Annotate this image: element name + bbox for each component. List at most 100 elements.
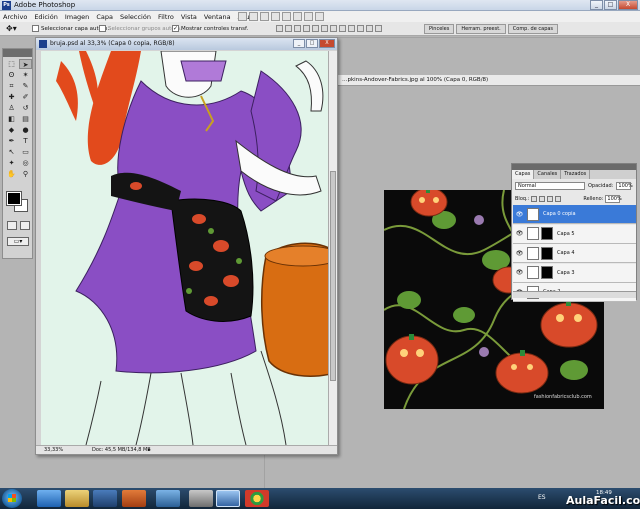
screen-mode-icon[interactable] — [315, 12, 324, 21]
layer-mask-thumbnail[interactable] — [541, 227, 553, 240]
align-center-icon[interactable] — [312, 25, 319, 32]
distribute-bottom-icon[interactable] — [348, 25, 355, 32]
minimize-button[interactable]: _ — [590, 0, 603, 10]
internet-explorer-icon[interactable] — [37, 490, 61, 507]
layer-row[interactable]: 👁 Capa 4 — [513, 244, 636, 263]
crop-tool-icon[interactable]: ⌗ — [5, 81, 18, 91]
3d-orbit-tool-icon[interactable]: ◎ — [19, 158, 32, 168]
lock-transparency-icon[interactable] — [531, 195, 538, 202]
shape-tool-icon[interactable]: ▭ — [19, 147, 32, 157]
visibility-eye-icon[interactable]: 👁 — [515, 268, 524, 277]
zoom-tool-icon[interactable] — [282, 12, 291, 21]
tab-trazados[interactable]: Trazados — [561, 170, 591, 179]
clock[interactable]: 18:49 — [596, 489, 612, 498]
align-bottom-icon[interactable] — [294, 25, 301, 32]
scanner-app-icon[interactable] — [189, 490, 213, 507]
zoom-level[interactable]: 33,33% — [44, 446, 63, 455]
tab-canales[interactable]: Canales — [534, 170, 562, 179]
distribute-middle-icon[interactable] — [339, 25, 346, 32]
magic-wand-tool-icon[interactable]: ✶ — [19, 70, 32, 80]
toolbox-header[interactable] — [3, 49, 32, 57]
doc1-canvas[interactable] — [41, 51, 328, 445]
doc1-scroll-thumb[interactable] — [330, 171, 336, 381]
align-right-icon[interactable] — [321, 25, 328, 32]
tab-pinceles[interactable]: Pinceles — [424, 24, 455, 34]
menu-archivo[interactable]: Archivo — [3, 13, 27, 21]
layer-mask-thumbnail[interactable] — [541, 246, 553, 260]
lock-pixels-icon[interactable] — [539, 195, 546, 202]
messenger-icon[interactable] — [156, 490, 180, 507]
brush-tool-icon[interactable]: ✐ — [19, 92, 32, 102]
zoom-level-icon[interactable] — [260, 12, 269, 21]
tab-herramientas-preestablecidas[interactable]: Herram. preest. — [456, 24, 506, 34]
menu-ventana[interactable]: Ventana — [204, 13, 231, 21]
zoom-tool-icon[interactable]: ⚲ — [19, 169, 32, 179]
quick-mask-icon[interactable] — [20, 221, 30, 230]
align-left-icon[interactable] — [303, 25, 310, 32]
opacity-input[interactable]: 100% — [616, 181, 633, 190]
lasso-tool-icon[interactable]: ʘ — [5, 70, 18, 80]
blur-tool-icon[interactable]: ◆ — [5, 125, 18, 135]
move-tool-icon[interactable]: ➤ — [19, 59, 32, 69]
visibility-eye-icon[interactable]: 👁 — [515, 210, 524, 219]
media-center-icon[interactable] — [122, 490, 146, 507]
auto-select-groups-option[interactable]: Seleccionar grupos autom. — [99, 25, 182, 32]
fill-input[interactable]: 100% — [605, 194, 622, 203]
doc1-minimize-button[interactable]: _ — [293, 39, 305, 48]
type-tool-icon[interactable]: T — [19, 136, 32, 146]
align-top-icon[interactable] — [276, 25, 283, 32]
menu-seleccion[interactable]: Selección — [120, 13, 151, 21]
screen-mode-icon[interactable]: ▭▾ — [7, 237, 29, 246]
dodge-tool-icon[interactable]: ● — [19, 125, 32, 135]
language-indicator[interactable]: ES — [538, 494, 546, 501]
maximize-button[interactable]: □ — [604, 0, 617, 10]
foreground-color-swatch[interactable] — [6, 191, 22, 206]
file-explorer-icon[interactable] — [65, 490, 89, 507]
hand-tool-icon[interactable]: ✋ — [5, 169, 18, 179]
lock-all-icon[interactable] — [555, 195, 562, 202]
doc1-title-bar[interactable]: bruja.psd al 33,3% (Capa 0 copia, RGB/8)… — [36, 38, 337, 50]
bridge-icon[interactable] — [238, 12, 247, 21]
doc1-maximize-button[interactable]: □ — [306, 39, 318, 48]
rotate-view-icon[interactable] — [293, 12, 302, 21]
media-player-icon[interactable] — [93, 490, 117, 507]
layer-row[interactable]: 👁 Capa 0 copia — [513, 205, 636, 224]
menu-edicion[interactable]: Edición — [34, 13, 58, 21]
path-selection-tool-icon[interactable]: ↖ — [5, 147, 18, 157]
chrome-icon[interactable] — [245, 490, 269, 507]
visibility-eye-icon[interactable]: 👁 — [515, 229, 524, 238]
healing-brush-tool-icon[interactable]: ✚ — [5, 92, 18, 102]
auto-select-layer-option[interactable]: Seleccionar capa autom. — [32, 25, 109, 32]
distribute-right-icon[interactable] — [375, 25, 382, 32]
visibility-eye-icon[interactable]: 👁 — [515, 249, 524, 258]
hand-tool-icon[interactable] — [271, 12, 280, 21]
menu-filtro[interactable]: Filtro — [158, 13, 174, 21]
distribute-top-icon[interactable] — [330, 25, 337, 32]
layer-row[interactable]: 👁 Capa 5 — [513, 224, 636, 244]
align-middle-icon[interactable] — [285, 25, 292, 32]
lock-position-icon[interactable] — [547, 195, 554, 202]
start-button[interactable] — [2, 489, 22, 508]
status-arrow-icon[interactable]: ▸ — [148, 446, 151, 455]
close-button[interactable]: X — [618, 0, 638, 10]
eraser-tool-icon[interactable]: ◧ — [5, 114, 18, 124]
layer-row[interactable]: 👁 Capa 3 — [513, 263, 636, 283]
pen-tool-icon[interactable]: ✒ — [5, 136, 18, 146]
doc2-title-bar[interactable]: …pkins-Andover-Fabrics.jpg al 100% (Capa… — [338, 75, 640, 86]
move-tool-icon[interactable]: ✥▾ — [6, 24, 20, 34]
doc1-close-button[interactable]: X — [319, 39, 335, 48]
checkbox-checked-icon[interactable]: ✓ — [172, 25, 179, 32]
menu-imagen[interactable]: Imagen — [65, 13, 89, 21]
checkbox-icon[interactable] — [99, 25, 106, 32]
clone-stamp-tool-icon[interactable]: ♙ — [5, 103, 18, 113]
eyedropper-tool-icon[interactable]: ✎ — [19, 81, 32, 91]
layer-mask-thumbnail[interactable] — [541, 266, 553, 279]
history-brush-tool-icon[interactable]: ↺ — [19, 103, 32, 113]
gradient-tool-icon[interactable]: ▤ — [19, 114, 32, 124]
distribute-left-icon[interactable] — [357, 25, 364, 32]
photoshop-taskbar-icon[interactable] — [216, 490, 240, 507]
doc1-vertical-scrollbar[interactable] — [328, 51, 337, 445]
standard-mode-icon[interactable] — [7, 221, 17, 230]
distribute-center-icon[interactable] — [366, 25, 373, 32]
menu-vista[interactable]: Vista — [181, 13, 197, 21]
